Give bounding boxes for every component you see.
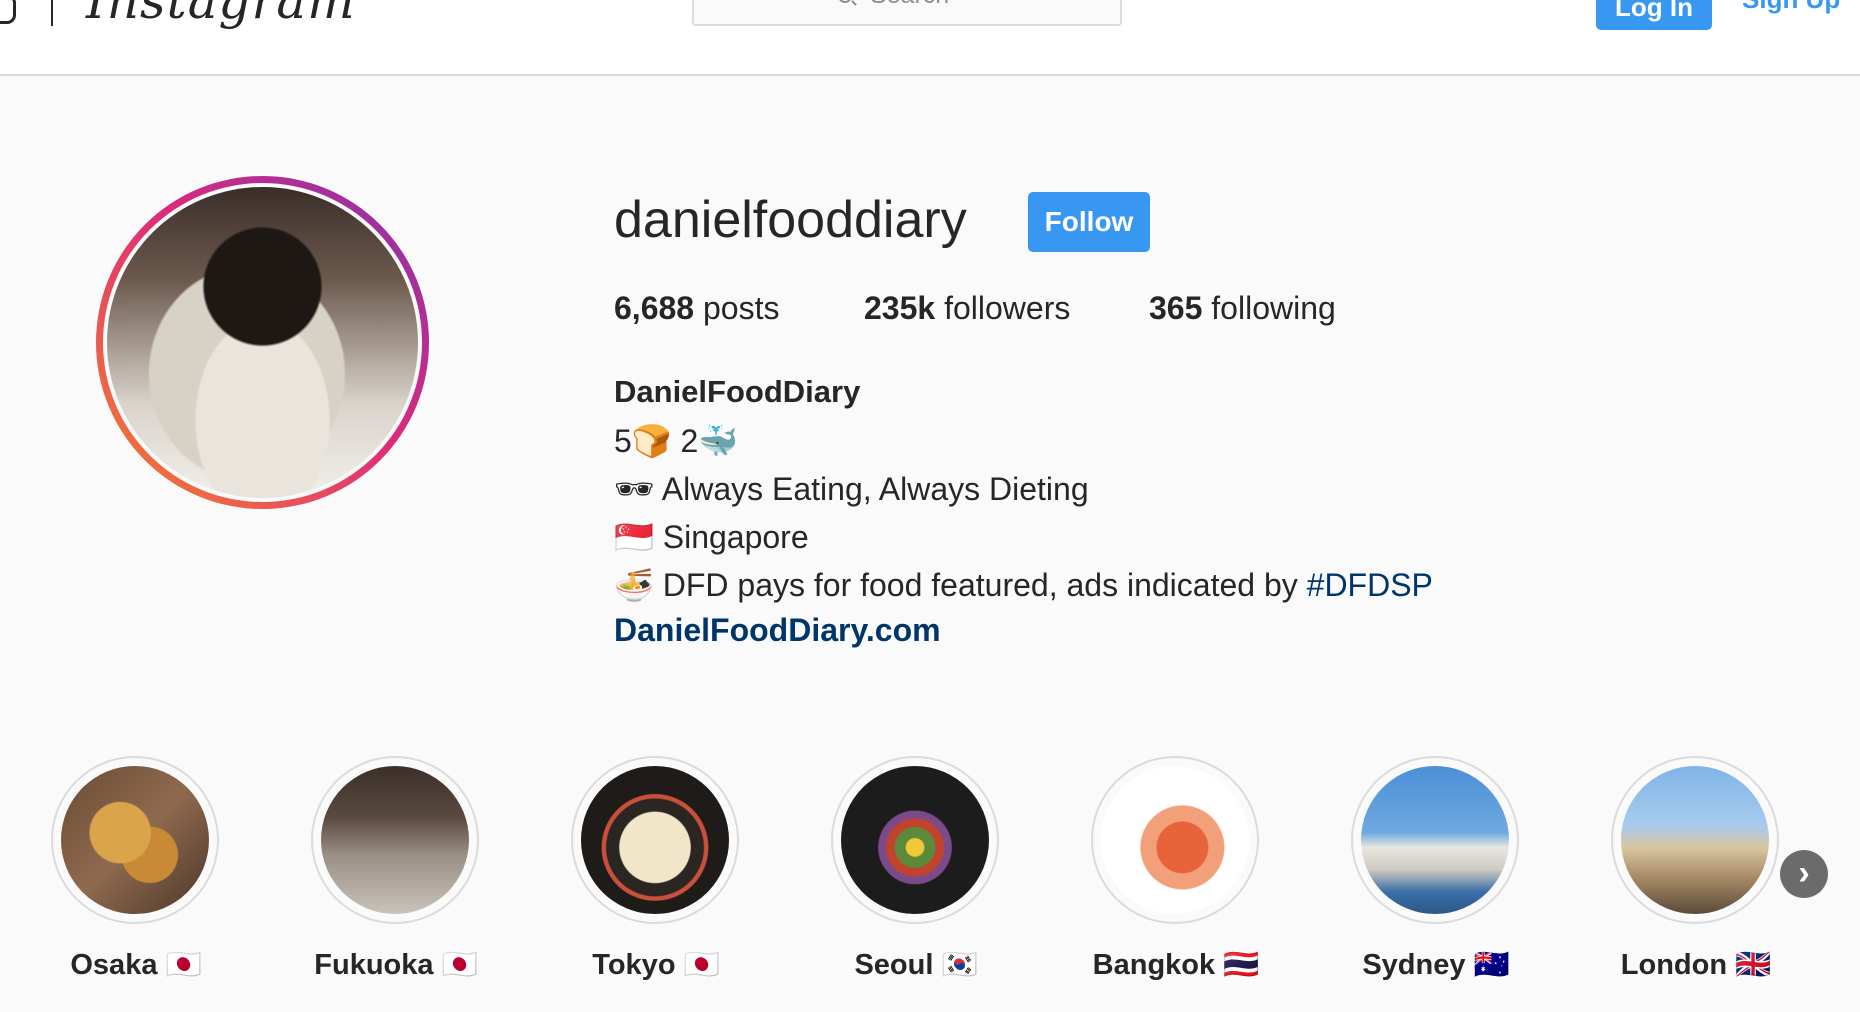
instagram-glyph-icon[interactable] [0,0,16,24]
highlight-cover [1361,766,1509,914]
highlight-label: London 🇬🇧 [1620,949,1772,981]
hashtag-link[interactable]: #DFDSP [1307,567,1433,603]
followers-count: 235k [864,290,936,326]
highlight-ring [1091,756,1259,924]
highlight-label: Fukuoka 🇯🇵 [314,949,478,981]
followers-label: followers [944,290,1071,326]
following-stat[interactable]: 365 following [1149,290,1336,327]
posts-count: 6,688 [614,290,695,326]
highlight-ring [1611,756,1779,924]
follow-button[interactable]: Follow [1028,192,1150,252]
highlight-ring [571,756,739,924]
following-label: following [1211,290,1336,326]
highlight-seoul[interactable]: Seoul 🇰🇷 [831,756,1001,981]
highlight-cover [841,766,989,914]
search-placeholder: Search [870,0,949,10]
bio-line-1: 5🍞 2🐳 [614,423,739,459]
posts-stat: 6,688 posts [614,290,779,327]
highlight-tokyo[interactable]: Tokyo 🇯🇵 [571,756,741,981]
highlight-label: Tokyo 🇯🇵 [592,949,720,981]
website-link[interactable]: DanielFoodDiary.com [614,612,941,649]
signup-link[interactable]: Sign Up [1742,0,1840,15]
instagram-logo[interactable]: Instagram [86,0,356,30]
highlight-label: Bangkok 🇹🇭 [1092,949,1260,981]
profile-avatar-ring[interactable] [96,176,429,509]
chevron-right-icon[interactable]: › [1780,850,1828,898]
followers-stat[interactable]: 235k followers [864,290,1070,327]
bio-line-4: 🍜 DFD pays for food featured, ads indica… [614,566,1433,604]
highlight-label: Seoul 🇰🇷 [854,949,978,981]
highlight-ring [1351,756,1519,924]
highlight-london[interactable]: London 🇬🇧 [1611,756,1781,981]
highlight-cover [61,766,209,914]
highlight-sydney[interactable]: Sydney 🇦🇺 [1351,756,1521,981]
highlight-cover [321,766,469,914]
posts-label: posts [702,290,780,326]
login-button[interactable]: Log In [1596,0,1712,30]
bio-line-3: 🇸🇬 Singapore [614,519,809,555]
highlight-osaka[interactable]: Osaka 🇯🇵 [51,756,221,981]
profile-avatar[interactable] [107,187,418,498]
logo-divider [51,0,53,26]
highlight-ring [831,756,999,924]
following-count: 365 [1149,290,1203,326]
highlight-ring [51,756,219,924]
profile-username: danielfooddiary [614,191,967,249]
highlight-bangkok[interactable]: Bangkok 🇹🇭 [1091,756,1261,981]
search-input[interactable]: Search [692,0,1122,26]
highlight-label: Osaka 🇯🇵 [70,949,202,981]
highlight-cover [1101,766,1249,914]
highlight-ring [311,756,479,924]
search-icon [838,0,852,3]
highlight-cover [1621,766,1769,914]
highlight-fukuoka[interactable]: Fukuoka 🇯🇵 [311,756,481,981]
highlight-cover [581,766,729,914]
bio-full-name: DanielFoodDiary [614,374,861,409]
bio-line-2: 🕶 Always Eating, Always Dieting [614,471,1089,507]
top-navigation-bar: Instagram Search Log In Sign Up [0,0,1860,76]
bio-line-4-text: 🍜 DFD pays for food featured, ads indica… [614,567,1307,603]
highlight-label: Sydney 🇦🇺 [1362,949,1510,981]
